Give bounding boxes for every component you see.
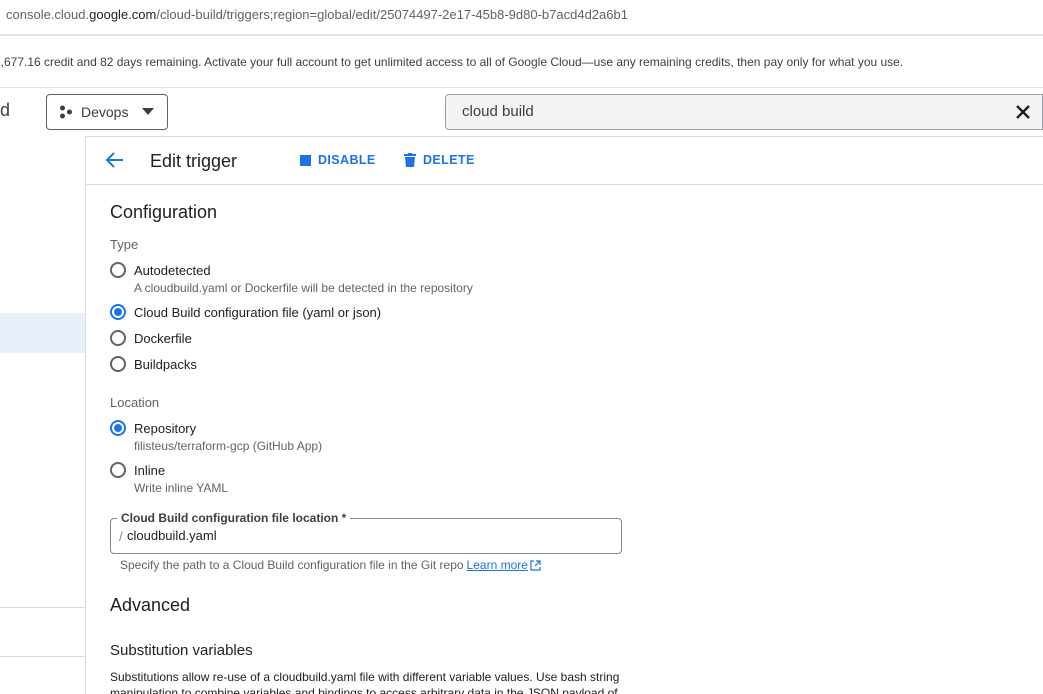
radio-label: Repository bbox=[134, 420, 197, 436]
url-path: /cloud-build/triggers;region=global/edit… bbox=[156, 7, 628, 22]
location-label: Location bbox=[110, 395, 160, 410]
delete-label: DELETE bbox=[423, 153, 475, 167]
radio-button-selected[interactable] bbox=[110, 420, 126, 436]
page-title: Edit trigger bbox=[150, 151, 238, 171]
location-option-repository[interactable]: Repository bbox=[110, 420, 196, 436]
substitution-description: Substitutions allow re-use of a cloudbui… bbox=[110, 670, 620, 694]
nav-item-selected[interactable] bbox=[0, 313, 85, 353]
radio-button[interactable] bbox=[110, 356, 126, 372]
field-label: Cloud Build configuration file location … bbox=[117, 511, 351, 525]
radio-button-selected[interactable] bbox=[110, 304, 126, 320]
project-hierarchy-icon bbox=[60, 105, 72, 119]
repository-name: filisteus/terraform-gcp (GitHub App) bbox=[134, 439, 323, 453]
radio-help-text: Write inline YAML bbox=[134, 481, 229, 495]
free-trial-banner: 1,677.16 credit and 82 days remaining. A… bbox=[0, 38, 1043, 88]
radio-button[interactable] bbox=[110, 330, 126, 346]
caret-down-icon bbox=[142, 108, 155, 115]
learn-more-link[interactable]: Learn more bbox=[467, 558, 528, 572]
page-title-bar: Edit trigger DISABLE DELETE bbox=[86, 136, 1043, 185]
type-option-dockerfile[interactable]: Dockerfile bbox=[110, 330, 192, 346]
nav-divider bbox=[0, 607, 85, 608]
open-in-new-icon[interactable] bbox=[530, 559, 541, 571]
config-file-location-field: Cloud Build configuration file location … bbox=[110, 511, 622, 554]
radio-label: Dockerfile bbox=[134, 330, 192, 346]
type-option-cloud-build-config[interactable]: Cloud Build configuration file (yaml or … bbox=[110, 304, 381, 320]
project-picker-button[interactable]: Devops bbox=[46, 94, 168, 130]
product-name-fragment: d bbox=[0, 100, 11, 120]
url-host-prefix: console.cloud. bbox=[6, 7, 90, 22]
stop-icon bbox=[300, 154, 311, 166]
radio-label: Cloud Build configuration file (yaml or … bbox=[134, 304, 382, 320]
banner-text: 1,677.16 credit and 82 days remaining. A… bbox=[0, 55, 904, 69]
arrow-back-icon[interactable] bbox=[104, 149, 126, 171]
radio-label: Buildpacks bbox=[134, 356, 197, 372]
browser-address-bar[interactable]: console.cloud.google.com/cloud-build/tri… bbox=[0, 0, 1043, 36]
url-text[interactable]: console.cloud.google.com/cloud-build/tri… bbox=[6, 7, 628, 22]
substitution-variables-heading: Substitution variables bbox=[110, 642, 253, 659]
configuration-heading: Configuration bbox=[110, 202, 218, 222]
type-label: Type bbox=[110, 237, 139, 252]
close-icon[interactable] bbox=[1012, 101, 1034, 123]
radio-button[interactable] bbox=[110, 462, 126, 478]
location-option-inline[interactable]: Inline bbox=[110, 462, 165, 478]
search-box bbox=[445, 94, 1043, 130]
search-input[interactable] bbox=[462, 103, 982, 120]
radio-button[interactable] bbox=[110, 262, 126, 278]
nav-divider bbox=[0, 656, 85, 657]
trash-icon bbox=[404, 153, 416, 167]
console-header: d Devops bbox=[0, 88, 1043, 136]
radio-label: Inline bbox=[134, 462, 166, 478]
radio-label: Autodetected bbox=[134, 262, 211, 278]
radio-help-text: A cloudbuild.yaml or Dockerfile will be … bbox=[134, 281, 473, 295]
left-nav bbox=[0, 136, 86, 694]
url-host: google.com bbox=[89, 7, 157, 22]
disable-label: DISABLE bbox=[318, 153, 376, 167]
type-option-autodetected[interactable]: Autodetected bbox=[110, 262, 211, 278]
type-option-buildpacks[interactable]: Buildpacks bbox=[110, 356, 197, 372]
advanced-heading: Advanced bbox=[110, 595, 191, 615]
field-hint: Specify the path to a Cloud Build config… bbox=[120, 558, 541, 572]
project-name: Devops bbox=[81, 104, 129, 120]
delete-button[interactable]: DELETE bbox=[404, 153, 475, 167]
config-file-path-input[interactable] bbox=[127, 528, 607, 543]
hint-text: Specify the path to a Cloud Build config… bbox=[120, 558, 464, 572]
path-prefix: / bbox=[119, 529, 123, 544]
disable-button[interactable]: DISABLE bbox=[300, 153, 376, 167]
